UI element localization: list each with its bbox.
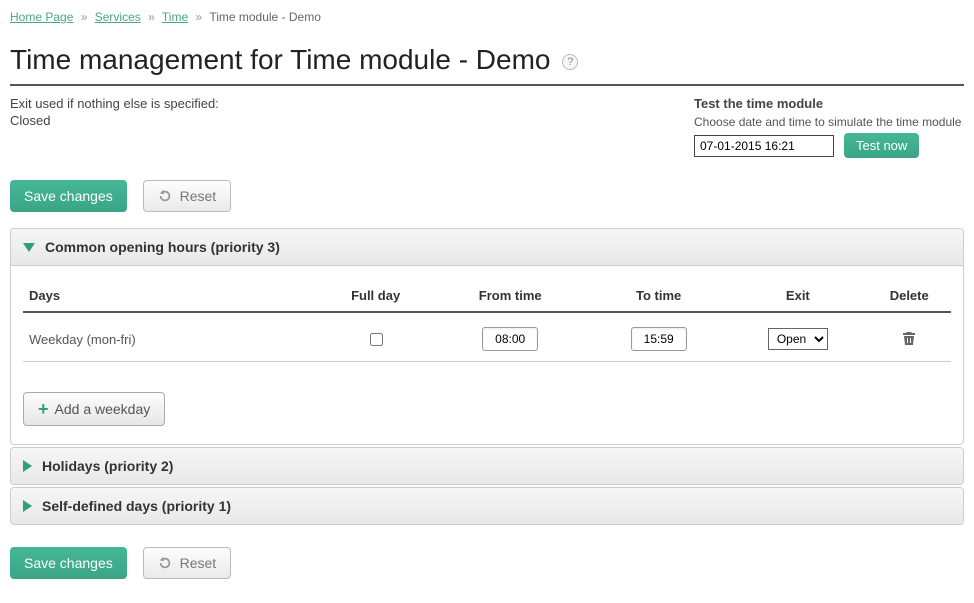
col-exit: Exit <box>728 280 867 312</box>
help-icon[interactable]: ? <box>562 54 578 70</box>
collapse-down-icon <box>23 243 35 252</box>
exit-info-label: Exit used if nothing else is specified: <box>10 96 219 111</box>
breadcrumb-services[interactable]: Services <box>95 10 141 24</box>
col-days: Days <box>23 280 320 312</box>
breadcrumb: Home Page » Services » Time » Time modul… <box>10 8 964 28</box>
breadcrumb-sep: » <box>81 10 88 24</box>
col-to: To time <box>589 280 728 312</box>
reset-label: Reset <box>180 555 217 571</box>
reset-label: Reset <box>180 188 217 204</box>
test-title: Test the time module <box>694 96 964 111</box>
exit-select[interactable]: Open <box>768 328 828 350</box>
breadcrumb-time[interactable]: Time <box>162 10 188 24</box>
panel-holidays-title: Holidays (priority 2) <box>42 458 173 474</box>
panel-holidays: Holidays (priority 2) <box>10 447 964 485</box>
plus-icon: + <box>38 403 49 415</box>
col-delete: Delete <box>867 280 951 312</box>
from-time-input[interactable] <box>482 327 538 351</box>
breadcrumb-sep: » <box>196 10 203 24</box>
test-box: Test the time module Choose date and tim… <box>694 96 964 158</box>
test-desc: Choose date and time to simulate the tim… <box>694 115 964 129</box>
table-row: Weekday (mon-fri) Open <box>23 312 951 362</box>
panel-common-hours: Common opening hours (priority 3) Days F… <box>10 228 964 445</box>
save-button[interactable]: Save changes <box>10 180 127 212</box>
breadcrumb-sep: » <box>148 10 155 24</box>
panel-common-title: Common opening hours (priority 3) <box>45 239 280 255</box>
col-full-day: Full day <box>320 280 431 312</box>
save-button-bottom[interactable]: Save changes <box>10 547 127 579</box>
row-days: Weekday (mon-fri) <box>23 312 320 362</box>
exit-info: Exit used if nothing else is specified: … <box>10 96 219 128</box>
reset-icon <box>158 556 172 570</box>
reset-button[interactable]: Reset <box>143 180 231 212</box>
breadcrumb-home[interactable]: Home Page <box>10 10 73 24</box>
collapse-right-icon <box>23 500 32 512</box>
panel-holidays-header[interactable]: Holidays (priority 2) <box>11 448 963 484</box>
col-from: From time <box>431 280 589 312</box>
full-day-checkbox[interactable] <box>370 333 383 346</box>
reset-button-bottom[interactable]: Reset <box>143 547 231 579</box>
breadcrumb-current: Time module - Demo <box>209 10 321 24</box>
panel-selfdef: Self-defined days (priority 1) <box>10 487 964 525</box>
delete-icon[interactable] <box>901 334 917 349</box>
divider <box>10 84 964 86</box>
to-time-input[interactable] <box>631 327 687 351</box>
test-datetime-input[interactable] <box>694 135 834 157</box>
test-now-button[interactable]: Test now <box>844 133 919 158</box>
add-weekday-button[interactable]: + Add a weekday <box>23 392 165 426</box>
page-title-text: Time management for Time module - Demo <box>10 44 551 75</box>
hours-table: Days Full day From time To time Exit Del… <box>23 280 951 362</box>
panel-selfdef-title: Self-defined days (priority 1) <box>42 498 231 514</box>
add-weekday-label: Add a weekday <box>55 401 151 417</box>
reset-icon <box>158 189 172 203</box>
panel-common-header[interactable]: Common opening hours (priority 3) <box>11 229 963 266</box>
exit-info-value: Closed <box>10 113 219 128</box>
page-title: Time management for Time module - Demo ? <box>10 44 964 76</box>
collapse-right-icon <box>23 460 32 472</box>
panel-selfdef-header[interactable]: Self-defined days (priority 1) <box>11 488 963 524</box>
